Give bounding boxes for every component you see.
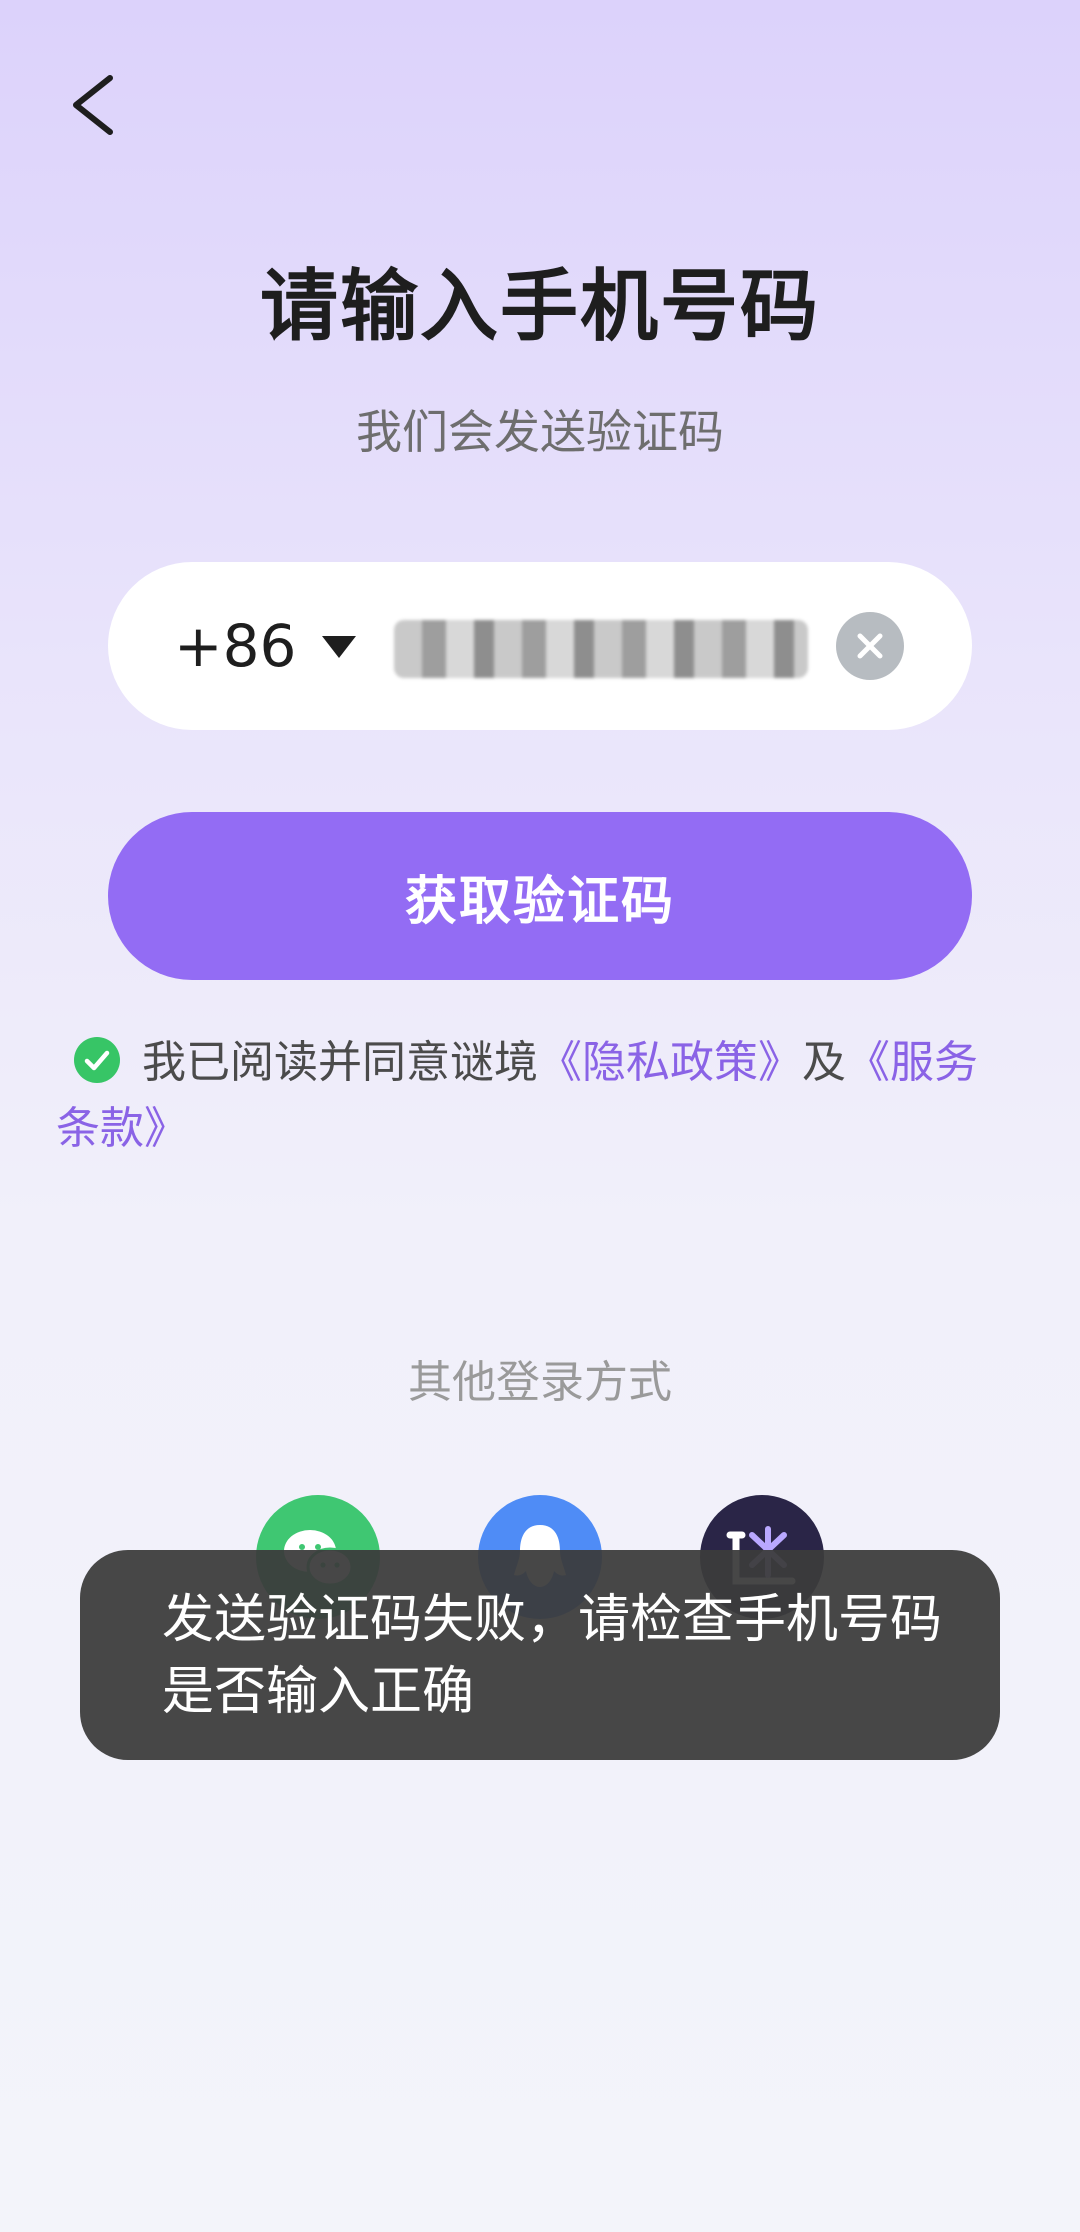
- chevron-left-icon: [73, 75, 113, 135]
- phone-input-row: +86: [108, 562, 972, 730]
- agreement-row: 我已阅读并同意谜境《隐私政策》及《服务条款》: [56, 1030, 1016, 1162]
- privacy-policy-link[interactable]: 《隐私政策》: [538, 1037, 802, 1088]
- clear-button[interactable]: [836, 612, 904, 680]
- country-code-selector[interactable]: +86: [174, 612, 296, 680]
- page-title: 请输入手机号码: [259, 262, 820, 352]
- clear-icon: [857, 633, 883, 659]
- agreement-text: 我已阅读并同意谜境: [142, 1037, 538, 1088]
- phone-number-input[interactable]: [394, 620, 808, 678]
- page-subtitle: 我们会发送验证码: [356, 405, 724, 459]
- toast-message: 发送验证码失败，请检查手机号码是否输入正确: [162, 1590, 943, 1722]
- error-toast: 发送验证码失败，请检查手机号码是否输入正确: [80, 1550, 1000, 1760]
- checkbox-checked-icon[interactable]: [74, 1037, 120, 1083]
- get-code-button[interactable]: 获取验证码: [108, 812, 972, 980]
- caret-down-icon[interactable]: [322, 636, 356, 658]
- back-button[interactable]: [62, 70, 132, 140]
- other-login-label: 其他登录方式: [408, 1357, 672, 1408]
- agreement-and: 及: [802, 1037, 846, 1088]
